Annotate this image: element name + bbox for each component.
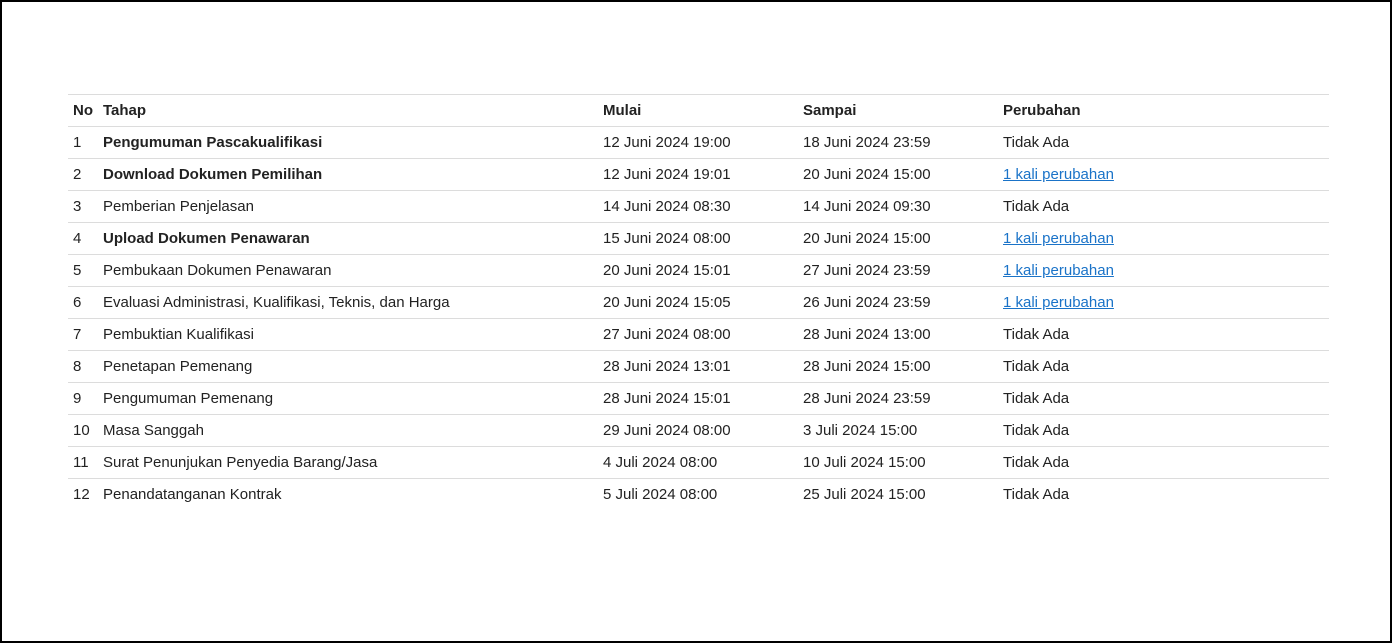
row-number: 11 bbox=[68, 446, 99, 479]
row-end-date: 3 Juli 2024 15:00 bbox=[799, 414, 999, 447]
row-change-status: Tidak Ada bbox=[999, 350, 1329, 383]
table-row: 12 Penandatanganan Kontrak 5 Juli 2024 08:… bbox=[68, 479, 1329, 511]
row-number: 1 bbox=[68, 126, 99, 159]
row-end-date: 10 Juli 2024 15:00 bbox=[799, 446, 999, 479]
row-end-date: 28 Juni 2024 15:00 bbox=[799, 350, 999, 383]
row-start-date: 15 Juni 2024 08:00 bbox=[599, 222, 799, 255]
row-change-status: Tidak Ada bbox=[999, 190, 1329, 223]
table-row: 2 Download Dokumen Pemilihan 12 Juni 2024 … bbox=[68, 158, 1329, 191]
header-perubahan: Perubahan bbox=[999, 94, 1329, 127]
row-end-date: 20 Juni 2024 15:00 bbox=[799, 222, 999, 255]
row-start-date: 28 Juni 2024 15:01 bbox=[599, 382, 799, 415]
row-start-date: 12 Juni 2024 19:01 bbox=[599, 158, 799, 191]
row-start-date: 27 Juni 2024 08:00 bbox=[599, 318, 799, 351]
row-change-cell: 1 kali perubahan bbox=[999, 222, 1329, 255]
row-end-date: 18 Juni 2024 23:59 bbox=[799, 126, 999, 159]
row-start-date: 4 Juli 2024 08:00 bbox=[599, 446, 799, 479]
row-number: 7 bbox=[68, 318, 99, 351]
row-start-date: 12 Juni 2024 19:00 bbox=[599, 126, 799, 159]
table-row: 9 Pengumuman Pemenang 28 Juni 2024 15:01 28… bbox=[68, 382, 1329, 415]
header-no: No bbox=[68, 94, 99, 127]
row-change-status: Tidak Ada bbox=[999, 382, 1329, 415]
row-stage-name: Pemberian Penjelasan bbox=[99, 190, 599, 223]
row-stage-name: Upload Dokumen Penawaran bbox=[99, 222, 599, 255]
row-start-date: 20 Juni 2024 15:05 bbox=[599, 286, 799, 319]
row-number: 2 bbox=[68, 158, 99, 191]
row-end-date: 14 Juni 2024 09:30 bbox=[799, 190, 999, 223]
row-change-cell: 1 kali perubahan bbox=[999, 158, 1329, 191]
row-change-status: Tidak Ada bbox=[1003, 486, 1070, 503]
change-history-link[interactable]: 1 kali perubahan bbox=[1003, 294, 1114, 311]
table-row: 11 Surat Penunjukan Penyedia Barang/Jasa 4… bbox=[68, 446, 1329, 479]
row-stage-name: Pembukaan Dokumen Penawaran bbox=[99, 254, 599, 287]
schedule-table: No Tahap Mulai Sampai Perubahan 1 Pengumu… bbox=[68, 94, 1329, 510]
table-row: 4 Upload Dokumen Penawaran 15 Juni 2024 08… bbox=[68, 222, 1329, 255]
change-history-link[interactable]: 1 kali perubahan bbox=[1003, 166, 1114, 183]
header-mulai: Mulai bbox=[599, 94, 799, 127]
table-row: 10 Masa Sanggah 29 Juni 2024 08:00 3 Juli 2… bbox=[68, 414, 1329, 447]
row-stage-name: Download Dokumen Pemilihan bbox=[99, 158, 599, 191]
header-sampai: Sampai bbox=[799, 94, 999, 127]
row-end-date: 28 Juni 2024 23:59 bbox=[799, 382, 999, 415]
row-start-date: 28 Juni 2024 13:01 bbox=[599, 350, 799, 383]
change-history-link[interactable]: 1 kali perubahan bbox=[1003, 230, 1114, 247]
row-stage-name: Penandatanganan Kontrak bbox=[103, 486, 282, 503]
row-number: 12 bbox=[73, 486, 90, 503]
row-change-status: Tidak Ada bbox=[999, 318, 1329, 351]
table-row: 8 Penetapan Pemenang 28 Juni 2024 13:01 28 … bbox=[68, 350, 1329, 383]
row-stage-name: Penetapan Pemenang bbox=[99, 350, 599, 383]
table-row: 7 Pembuktian Kualifikasi 27 Juni 2024 08:0… bbox=[68, 318, 1329, 351]
row-number: 4 bbox=[68, 222, 99, 255]
row-end-date: 20 Juni 2024 15:00 bbox=[799, 158, 999, 191]
row-end-date: 25 Juli 2024 15:00 bbox=[803, 486, 926, 503]
row-change-status: Tidak Ada bbox=[999, 126, 1329, 159]
table-row: 3 Pemberian Penjelasan 14 Juni 2024 08:30 1… bbox=[68, 190, 1329, 223]
table-row: 1 Pengumuman Pascakualifikasi 12 Juni 2024… bbox=[68, 126, 1329, 159]
row-change-cell: 1 kali perubahan bbox=[999, 286, 1329, 319]
change-history-link[interactable]: 1 kali perubahan bbox=[1003, 262, 1114, 279]
row-stage-name: Pengumuman Pascakualifikasi bbox=[99, 126, 599, 159]
row-stage-name: Masa Sanggah bbox=[99, 414, 599, 447]
header-tahap: Tahap bbox=[99, 94, 599, 127]
row-end-date: 28 Juni 2024 13:00 bbox=[799, 318, 999, 351]
table-row: 5 Pembukaan Dokumen Penawaran 20 Juni 2024… bbox=[68, 254, 1329, 287]
table-row: 6 Evaluasi Administrasi, Kualifikasi, Tek… bbox=[68, 286, 1329, 319]
row-start-date: 20 Juni 2024 15:01 bbox=[599, 254, 799, 287]
row-number: 3 bbox=[68, 190, 99, 223]
row-change-status: Tidak Ada bbox=[999, 414, 1329, 447]
schedule-container: No Tahap Mulai Sampai Perubahan 1 Pengumu… bbox=[68, 94, 1329, 510]
row-change-cell: 1 kali perubahan bbox=[999, 254, 1329, 287]
row-number: 10 bbox=[68, 414, 99, 447]
row-stage-name: Surat Penunjukan Penyedia Barang/Jasa bbox=[99, 446, 599, 479]
table-body: 1 Pengumuman Pascakualifikasi 12 Juni 2024… bbox=[68, 126, 1329, 511]
row-end-date: 26 Juni 2024 23:59 bbox=[799, 286, 999, 319]
row-end-date: 27 Juni 2024 23:59 bbox=[799, 254, 999, 287]
row-start-date: 5 Juli 2024 08:00 bbox=[603, 486, 718, 503]
row-start-date: 29 Juni 2024 08:00 bbox=[599, 414, 799, 447]
row-number: 9 bbox=[68, 382, 99, 415]
row-stage-name: Pengumuman Pemenang bbox=[99, 382, 599, 415]
row-stage-name: Evaluasi Administrasi, Kualifikasi, Tekn… bbox=[99, 286, 599, 319]
row-number: 8 bbox=[68, 350, 99, 383]
row-start-date: 14 Juni 2024 08:30 bbox=[599, 190, 799, 223]
row-change-status: Tidak Ada bbox=[999, 446, 1329, 479]
header-row: No Tahap Mulai Sampai Perubahan bbox=[68, 94, 1329, 127]
row-number: 5 bbox=[68, 254, 99, 287]
row-stage-name: Pembuktian Kualifikasi bbox=[99, 318, 599, 351]
row-number: 6 bbox=[68, 286, 99, 319]
table-header: No Tahap Mulai Sampai Perubahan bbox=[68, 94, 1329, 127]
